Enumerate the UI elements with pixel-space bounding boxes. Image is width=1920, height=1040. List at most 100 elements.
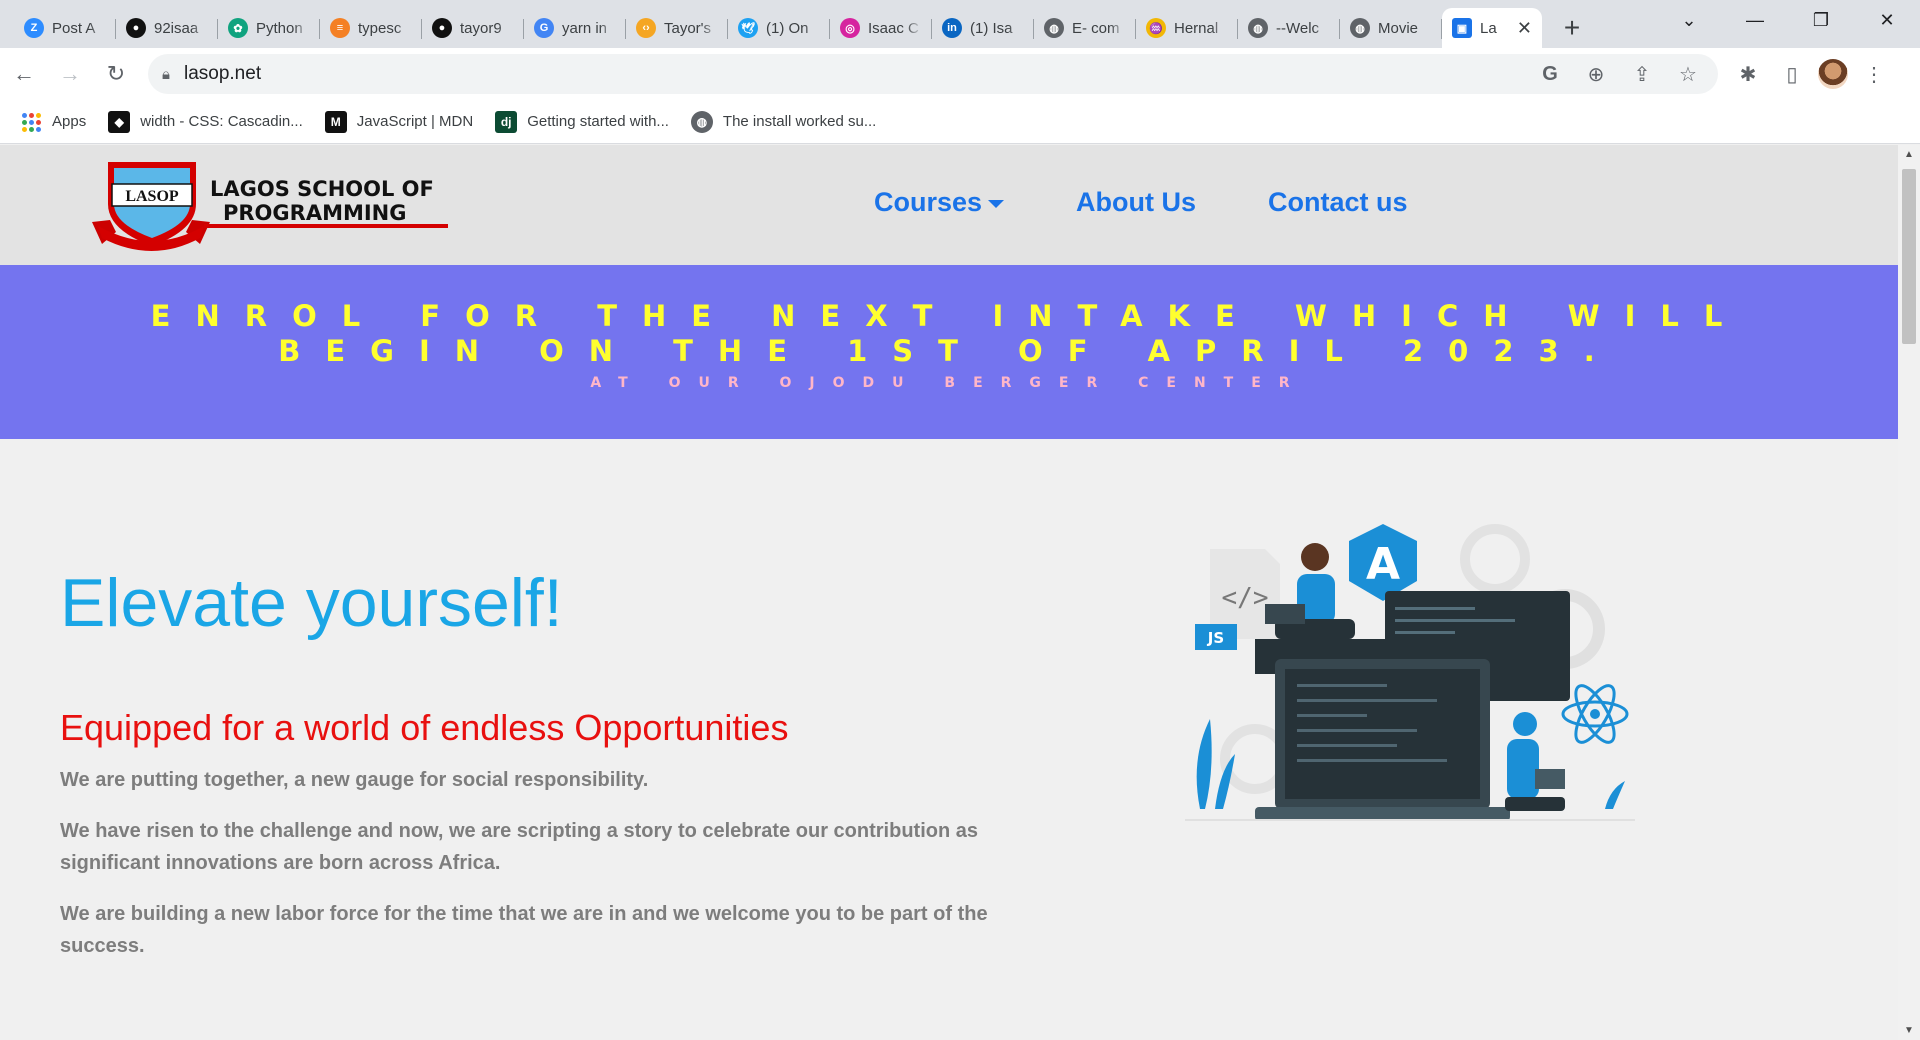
tab-list: Z Post A ● 92isaa ✿ Python ≡ typesc ● tayor9 Gyarn… <box>0 8 1442 48</box>
share-icon[interactable]: ⇪ <box>1626 62 1658 87</box>
ig-favicon-icon: ◎ <box>840 18 860 38</box>
globe-icon: ◍ <box>690 110 713 133</box>
G-favicon-icon: G <box>534 18 554 38</box>
tab-title: Tayor's <box>664 19 712 37</box>
github-favicon-icon: ● <box>126 18 146 38</box>
tab[interactable]: Gyarn in <box>524 8 626 48</box>
mdn-old-icon: ◆ <box>108 110 131 133</box>
bookmark-label: JavaScript | MDN <box>356 113 474 130</box>
tab[interactable]: ◍ Movie <box>1340 8 1442 48</box>
menu-kebab-icon[interactable]: ⋮ <box>1856 56 1892 92</box>
tab-title: (1) On <box>766 19 809 37</box>
mdn-icon: M <box>324 110 347 133</box>
window-controls: ⌄ — ❐ ✕ <box>1656 0 1920 40</box>
bookmark-star-icon[interactable]: ☆ <box>1672 62 1704 87</box>
scroll-up-icon[interactable]: ▲ <box>1898 149 1920 160</box>
tab[interactable]: ♒ Hernal <box>1136 8 1238 48</box>
banner-headline: Enrol for the next intake which will beg… <box>150 299 1748 368</box>
new-tab-button[interactable]: + <box>1552 8 1592 48</box>
google-lens-icon[interactable]: G <box>1534 63 1566 86</box>
globe-favicon-icon: ◍ <box>1044 18 1064 38</box>
tab[interactable]: in (1) Isa <box>932 8 1034 48</box>
hero-paragraph: We are building a new labor force for th… <box>60 903 988 957</box>
plant-icon <box>1605 781 1625 809</box>
hero-copy: We are putting together, a new gauge for… <box>60 764 1060 981</box>
globe-favicon-icon: ◍ <box>1248 18 1268 38</box>
tab[interactable]: ✿ Python <box>218 8 320 48</box>
restore-icon[interactable]: ❐ <box>1788 0 1854 40</box>
profile-avatar[interactable] <box>1818 59 1848 89</box>
lasop-favicon-icon: ▣ <box>1452 18 1472 38</box>
address-bar[interactable]: 🔒︎ lasop.net G ⊕ ⇪ ☆ <box>148 54 1718 94</box>
tab-title: Hernal <box>1174 19 1219 37</box>
tab[interactable]: ◎ Isaac C <box>830 8 932 48</box>
close-tab-icon[interactable]: ✕ <box>1517 18 1532 39</box>
tab-search-icon[interactable]: ⌄ <box>1656 0 1722 40</box>
tab[interactable]: 🕊︎ (1) On <box>728 8 830 48</box>
tab-title: Python <box>256 19 303 37</box>
caret-down-icon <box>988 199 1005 208</box>
js-badge-text: JS <box>1207 629 1224 647</box>
lasop-logo[interactable]: LASOP LAGOS SCHOOL OF PROGRAMMING <box>92 160 452 252</box>
hero-paragraph: We have risen to the challenge and now, … <box>60 820 978 874</box>
bookmark-item[interactable]: dj Getting started with... <box>495 110 669 133</box>
gear-icon <box>1460 524 1530 594</box>
scroll-down-icon[interactable]: ▼ <box>1898 1025 1920 1036</box>
gpt-favicon-icon: ✿ <box>228 18 248 38</box>
apps-grid-icon <box>20 111 42 133</box>
extensions-puzzle-icon[interactable]: ✱ <box>1730 56 1766 92</box>
tab[interactable]: ● tayor9 <box>422 8 524 48</box>
logo-line1: LAGOS SCHOOL OF <box>210 177 434 201</box>
tab[interactable]: ● 92isaa <box>116 8 218 48</box>
minimize-icon[interactable]: — <box>1722 0 1788 40</box>
code-badge-text: </> <box>1222 583 1269 613</box>
reload-icon[interactable]: ↻ <box>94 52 138 96</box>
tab-title: --Welc <box>1276 19 1320 37</box>
tab-title: E- com <box>1072 19 1120 37</box>
tab-title: tayor9 <box>460 19 502 37</box>
in-favicon-icon: in <box>942 18 962 38</box>
hero-section: Elevate yourself! Equipped for a world o… <box>0 439 1898 1039</box>
bookmarks-bar: Apps ◆ width - CSS: Cascadin... M JavaScript… <box>0 100 1920 144</box>
tab-title: typesc <box>358 19 402 37</box>
twitter-favicon-icon: 🕊︎ <box>738 18 758 38</box>
django-icon: dj <box>495 110 518 133</box>
plant-icon <box>1196 719 1212 809</box>
main-nav: Courses About Us Contact us <box>874 187 1408 218</box>
so-favicon-icon: ≡ <box>330 18 350 38</box>
browser-tabstrip: Z Post A ● 92isaa ✿ Python ≡ typesc ● tayor9 Gyarn… <box>0 0 1920 48</box>
hero-subtitle: Equipped for a world of endless Opportun… <box>60 707 789 748</box>
tab[interactable]: ‹› Tayor's <box>626 8 728 48</box>
tab[interactable]: ≡ typesc <box>320 8 422 48</box>
bookmark-item[interactable]: ◍ The install worked su... <box>690 110 876 133</box>
angular-letter: A <box>1366 539 1400 590</box>
intake-banner: Enrol for the next intake which will beg… <box>0 265 1898 439</box>
tab-title: Isaac C <box>868 19 919 37</box>
close-window-icon[interactable]: ✕ <box>1854 0 1920 40</box>
back-arrow-icon[interactable]: ← <box>2 52 46 96</box>
nav-link-courses[interactable]: Courses <box>874 187 1005 218</box>
bookmark-item[interactable]: M JavaScript | MDN <box>324 110 474 133</box>
tab-title: Post A <box>52 19 96 37</box>
url-text[interactable]: lasop.net <box>184 63 1520 85</box>
side-panel-icon[interactable]: ▯ <box>1774 56 1810 92</box>
scrollbar-thumb[interactable] <box>1902 169 1916 344</box>
nav-link-contact-us[interactable]: Contact us <box>1268 187 1408 218</box>
tab-active[interactable]: ▣ La ✕ <box>1442 8 1542 48</box>
tab[interactable]: Z Post A <box>14 8 116 48</box>
logo-badge-text: LASOP <box>125 188 179 205</box>
tab-title: yarn in <box>562 19 608 37</box>
nav-link-about-us[interactable]: About Us <box>1076 187 1196 218</box>
page-scrollbar[interactable]: ▲ ▼ <box>1898 145 1920 1040</box>
tab[interactable]: ◍ E- com <box>1034 8 1136 48</box>
tab-title: 92isaa <box>154 19 199 37</box>
tab-title: Movie <box>1378 19 1419 37</box>
zoom-icon[interactable]: ⊕ <box>1580 62 1612 87</box>
lock-icon[interactable]: 🔒︎ <box>162 66 170 83</box>
bookmark-item[interactable]: ◆ width - CSS: Cascadin... <box>108 110 303 133</box>
bookmark-item[interactable]: Apps <box>20 111 86 133</box>
browser-toolbar: ← → ↻ 🔒︎ lasop.net G ⊕ ⇪ ☆ ✱ ▯ ⋮ <box>0 48 1920 100</box>
hero-paragraph: We are putting together, a new gauge for… <box>60 769 649 791</box>
tab[interactable]: ◍ --Welc <box>1238 8 1340 48</box>
forward-arrow-icon[interactable]: → <box>48 52 92 96</box>
